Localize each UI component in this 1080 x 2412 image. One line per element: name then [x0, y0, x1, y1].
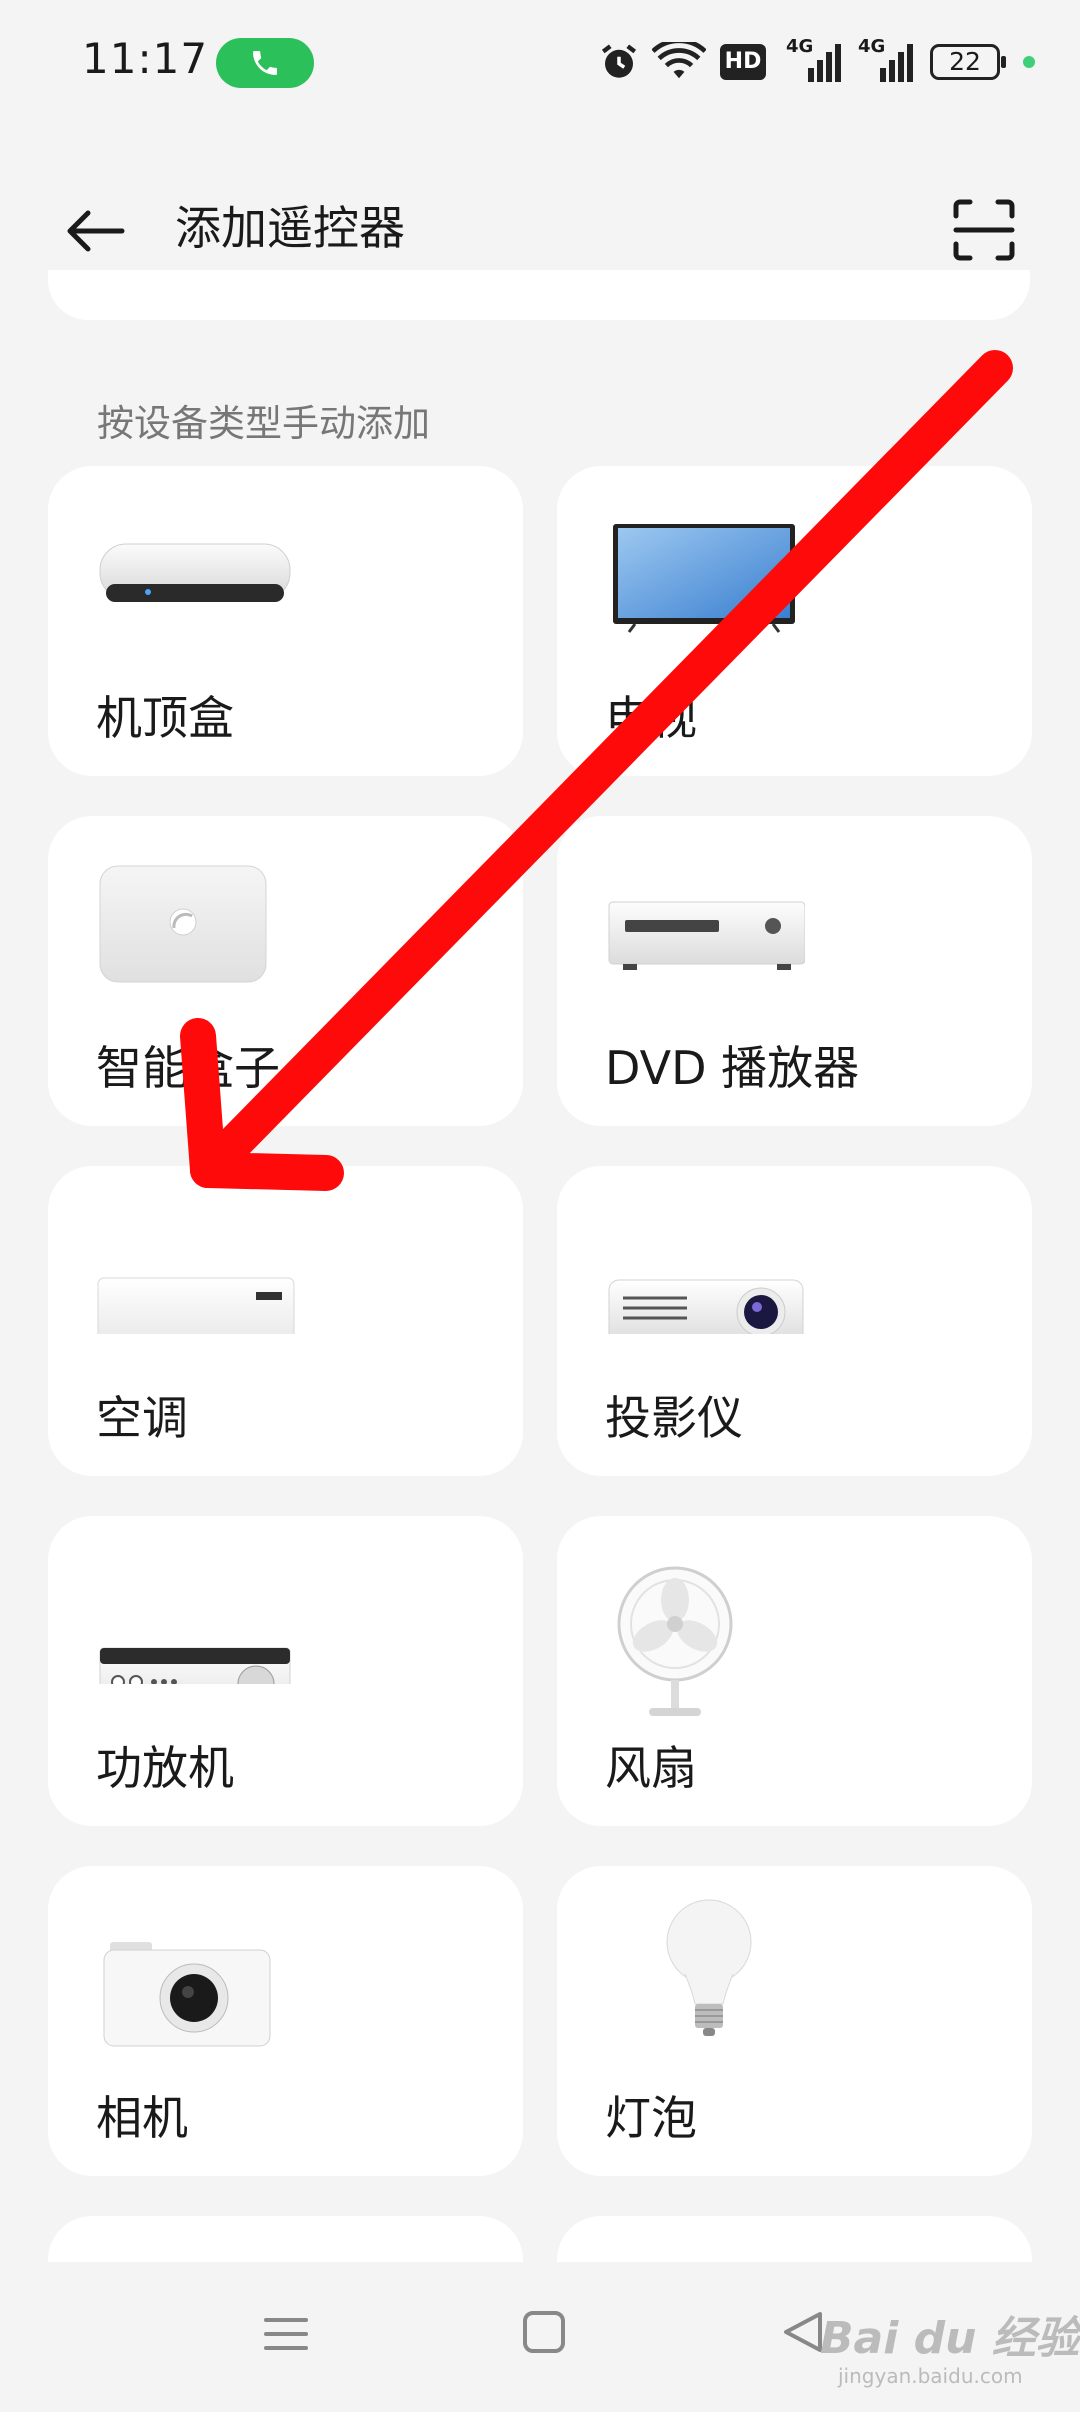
- light-bulb-icon: [666, 1899, 752, 2036]
- watermark-url: jingyan.baidu.com: [838, 2364, 1023, 2388]
- phone-icon: [253, 51, 277, 75]
- battery-icon: 22: [930, 44, 1006, 80]
- tv-icon: [613, 524, 795, 633]
- device-card-air-conditioner[interactable]: 空调: [48, 1166, 523, 1476]
- watermark-logo: Bai du 经验: [820, 2313, 1080, 2364]
- device-label: 风扇: [605, 1741, 697, 1795]
- set-top-box-icon: [99, 543, 291, 602]
- device-card-smart-box[interactable]: 智能盒子: [48, 816, 523, 1126]
- amplifier-icon: [99, 1647, 291, 1684]
- section-title: 按设备类型手动添加: [97, 402, 430, 445]
- device-label: 投影仪: [605, 1391, 743, 1445]
- app-header: 添加遥控器: [0, 170, 1080, 280]
- ongoing-call-indicator[interactable]: [216, 38, 314, 88]
- device-label: 空调: [96, 1391, 188, 1445]
- device-label: 功放机: [96, 1741, 234, 1795]
- dvd-player-icon: [608, 901, 805, 970]
- home-icon[interactable]: [522, 2310, 566, 2354]
- system-navigation-bar: Bai du 经验 jingyan.baidu.com: [0, 2262, 1080, 2412]
- projector-icon: [608, 1279, 804, 1334]
- page-title: 添加遥控器: [175, 201, 405, 255]
- back-button[interactable]: [60, 195, 132, 267]
- back-triangle-icon[interactable]: [780, 2310, 824, 2354]
- device-card-fan[interactable]: 风扇: [557, 1516, 1032, 1826]
- device-label: DVD 播放器: [605, 1041, 860, 1095]
- device-card-camera[interactable]: 相机: [48, 1866, 523, 2176]
- device-card-amplifier[interactable]: 功放机: [48, 1516, 523, 1826]
- wifi-icon: [652, 42, 706, 79]
- fan-icon: [617, 1566, 733, 1716]
- alarm-icon: [601, 44, 637, 78]
- device-card-dvd-player[interactable]: DVD 播放器: [557, 816, 1032, 1126]
- privacy-indicator-dot: [1023, 56, 1035, 68]
- smart-box-icon: [99, 865, 267, 983]
- device-card-tv[interactable]: 电视: [557, 466, 1032, 776]
- network-type-label: 4G: [786, 36, 814, 57]
- device-card-projector[interactable]: 投影仪: [557, 1166, 1032, 1476]
- device-card-set-top-box[interactable]: 机顶盒: [48, 466, 523, 776]
- signal-icon: 4G: [858, 36, 918, 82]
- menu-icon[interactable]: [262, 2310, 310, 2358]
- device-label: 灯泡: [605, 2091, 697, 2145]
- device-label: 机顶盒: [96, 691, 234, 745]
- signal-icon: 4G: [786, 36, 846, 82]
- status-time: 11:17: [82, 34, 209, 83]
- status-bar: 11:17 HD 4G 4G 22: [0, 0, 1080, 125]
- device-label: 电视: [605, 691, 697, 745]
- camera-icon: [103, 1942, 271, 2047]
- device-label: 相机: [96, 2091, 188, 2145]
- scan-icon: [953, 199, 1015, 261]
- hd-voice-icon: HD: [720, 44, 766, 80]
- device-label: 智能盒子: [96, 1041, 280, 1095]
- device-card-light-bulb[interactable]: 灯泡: [557, 1866, 1032, 2176]
- network-type-label: 4G: [858, 36, 886, 57]
- previous-section-card: [48, 270, 1030, 320]
- scan-button[interactable]: [948, 194, 1020, 266]
- arrow-left-icon: [67, 210, 125, 252]
- air-conditioner-icon: [97, 1277, 295, 1334]
